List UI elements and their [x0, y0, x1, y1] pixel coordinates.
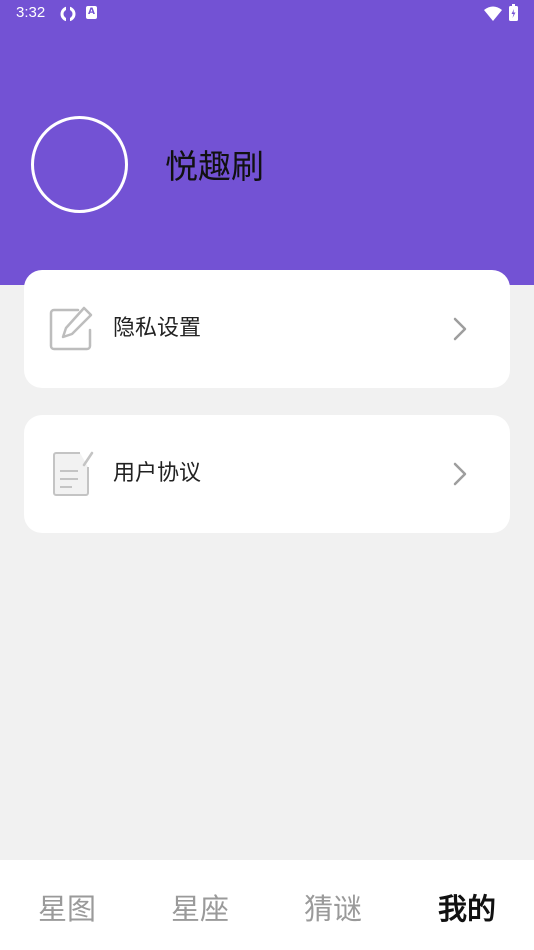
notification-app-icon: A — [86, 6, 97, 19]
status-bar: 3:32 A — [0, 0, 534, 28]
battery-charging-icon — [509, 4, 518, 21]
sync-icon — [60, 6, 76, 22]
wifi-icon — [484, 6, 502, 21]
chevron-right-icon — [453, 317, 467, 341]
privacy-settings-label: 隐私设置 — [113, 316, 202, 341]
user-agreement-item[interactable]: 用户协议 — [24, 415, 510, 533]
tab-constellation[interactable]: 星座 — [171, 886, 229, 928]
tab-mine[interactable]: 我的 — [438, 886, 496, 928]
status-time: 3:32 — [16, 4, 46, 21]
edit-icon — [49, 306, 93, 351]
document-icon — [53, 451, 94, 496]
screen: 3:32 A 悦趣刷 隐私设置 用户协议 星图 星座 猜谜 我的 — [0, 0, 534, 950]
bottom-tab-bar: 星图 星座 猜谜 我的 — [0, 860, 534, 950]
tab-star-map[interactable]: 星图 — [38, 886, 96, 928]
avatar[interactable] — [31, 116, 128, 213]
user-agreement-label: 用户协议 — [113, 461, 202, 486]
privacy-settings-item[interactable]: 隐私设置 — [24, 270, 510, 388]
app-name: 悦趣刷 — [165, 147, 264, 186]
profile-header: 3:32 A 悦趣刷 — [0, 0, 534, 285]
chevron-right-icon — [453, 462, 467, 486]
tab-riddles[interactable]: 猜谜 — [304, 886, 362, 928]
